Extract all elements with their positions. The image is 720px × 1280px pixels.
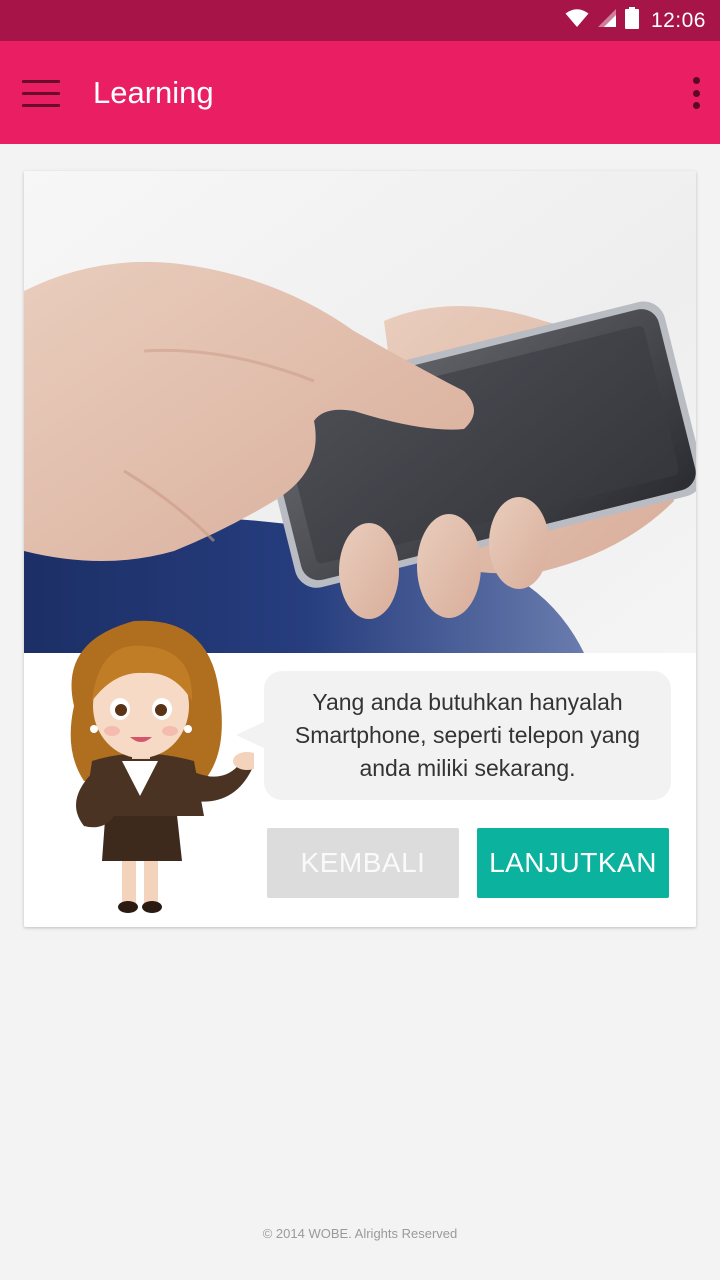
status-icons: 12:06 <box>565 0 706 41</box>
back-button[interactable]: KEMBALI <box>267 828 459 898</box>
speech-bubble: Yang anda butuhkan hanyalah Smartphone, … <box>264 671 671 800</box>
businesswoman-avatar <box>44 611 261 921</box>
hamburger-menu-icon[interactable] <box>14 68 68 118</box>
speech-bubble-tail <box>236 721 266 749</box>
battery-icon <box>624 7 639 34</box>
signal-icon <box>597 8 617 33</box>
status-bar: 12:06 <box>0 0 720 41</box>
status-time: 12:06 <box>650 8 706 32</box>
lesson-message: Yang anda butuhkan hanyalah Smartphone, … <box>294 689 641 781</box>
wifi-icon <box>565 8 589 33</box>
lesson-card: Yang anda butuhkan hanyalah Smartphone, … <box>24 171 696 927</box>
page-title: Learning <box>93 75 214 110</box>
more-vertical-icon[interactable] <box>684 71 708 115</box>
next-button[interactable]: LANJUTKAN <box>477 828 669 898</box>
app-bar: Learning <box>0 41 720 144</box>
footer-copyright: © 2014 WOBE. Alrights Reserved <box>262 1226 458 1241</box>
hero-image <box>24 171 696 653</box>
